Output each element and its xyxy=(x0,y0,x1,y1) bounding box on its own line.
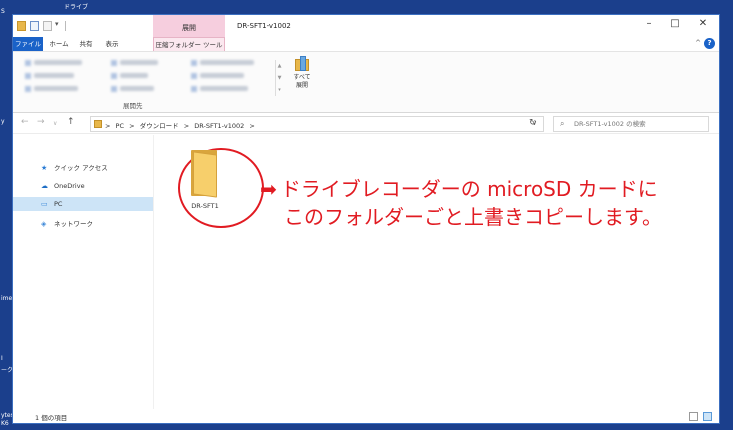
divider xyxy=(65,21,66,31)
close-button[interactable]: ✕ xyxy=(693,18,713,29)
recent-locations-button[interactable]: ∨ xyxy=(53,120,57,127)
ribbon-gallery-scroll[interactable]: ▲ ▼ ▾ xyxy=(275,60,283,96)
quick-access-dropdown-icon[interactable]: ▾ xyxy=(55,20,59,28)
ribbon-tabs: ファイル ホーム 共有 表示 圧縮フォルダー ツール ^ ? xyxy=(13,37,719,51)
sidebar-item-label: クイック アクセス xyxy=(54,164,108,172)
folder-icon xyxy=(94,120,102,128)
address-bar-row: ← → ∨ ↑ > PC > ダウンロード > DR-SFT1-v1002 > … xyxy=(13,114,719,134)
sidebar-item-label: OneDrive xyxy=(54,182,85,190)
folder-item[interactable]: DR-SFT1 xyxy=(178,148,264,228)
breadcrumb-current-folder[interactable]: DR-SFT1-v1002 xyxy=(194,122,244,130)
context-tab-group: 展開 xyxy=(153,15,225,37)
search-icon: ⌕ xyxy=(560,119,565,128)
up-button[interactable]: ↑ xyxy=(67,117,75,127)
breadcrumb-separator: > xyxy=(105,122,111,130)
address-bar[interactable]: > PC > ダウンロード > DR-SFT1-v1002 > ∨ xyxy=(90,116,544,132)
sidebar-item-network[interactable]: ◈ ネットワーク xyxy=(13,217,153,231)
search-box[interactable]: ⌕ xyxy=(553,116,709,132)
tab-view[interactable]: 表示 xyxy=(101,37,123,51)
desktop-fragment: ime xyxy=(1,295,13,302)
sidebar-item-label: ネットワーク xyxy=(54,220,93,228)
breadcrumb-separator: > xyxy=(129,122,135,130)
instruction-line-1: ドライブレコーダーの microSD カードに xyxy=(280,177,658,201)
breadcrumb-pc[interactable]: PC xyxy=(116,122,124,130)
cloud-icon: ☁ xyxy=(41,182,48,190)
properties-icon[interactable] xyxy=(30,21,39,31)
desktop-fragment: y xyxy=(1,118,5,125)
extract-all-label: すべて xyxy=(293,74,311,81)
help-icon[interactable]: ? xyxy=(704,38,715,49)
tab-compressed-folder-tools[interactable]: 圧縮フォルダー ツール xyxy=(153,37,225,51)
breadcrumb-separator: > xyxy=(183,122,190,130)
tab-home[interactable]: ホーム xyxy=(47,37,71,51)
arrow-icon: ➡ xyxy=(260,177,277,201)
new-folder-icon[interactable] xyxy=(43,21,52,31)
large-icons-view-icon[interactable] xyxy=(703,412,712,421)
desktop-fragment: S xyxy=(1,8,5,15)
folder-icon[interactable] xyxy=(17,21,26,31)
explorer-window: ▾ 展開 DR-SFT1-v1002 – □ ✕ ファイル ホーム 共有 表示 … xyxy=(12,14,720,424)
title-bar: ▾ 展開 DR-SFT1-v1002 – □ ✕ xyxy=(13,15,719,37)
instruction-annotation: ➡ ドライブレコーダーの microSD カードに このフォルダーごと上書きコピー… xyxy=(260,175,662,231)
minimize-button[interactable]: – xyxy=(639,18,659,29)
navigation-pane: ★ クイック アクセス ☁ OneDrive ▭ PC ◈ ネットワーク xyxy=(13,135,153,409)
desktop-fragment: I xyxy=(1,355,3,362)
ribbon: ▲ ▼ ▾ 展開先 すべて 展開 xyxy=(13,51,719,113)
sidebar-item-pc[interactable]: ▭ PC xyxy=(13,197,153,211)
search-input[interactable] xyxy=(574,118,706,130)
maximize-button[interactable]: □ xyxy=(665,18,685,29)
status-bar: 1 個の項目 xyxy=(13,409,719,423)
sidebar-item-quick-access[interactable]: ★ クイック アクセス xyxy=(13,161,153,175)
sidebar-item-label: PC xyxy=(54,200,63,208)
desktop-label: ドライブ xyxy=(64,4,89,11)
file-list: DR-SFT1 ➡ ドライブレコーダーの microSD カードに このフォルダー… xyxy=(154,135,719,409)
window-title: DR-SFT1-v1002 xyxy=(237,22,291,30)
forward-button[interactable]: → xyxy=(37,117,45,127)
ribbon-group-label: 展開先 xyxy=(123,102,143,110)
back-button[interactable]: ← xyxy=(21,117,29,127)
collapse-ribbon-icon[interactable]: ^ xyxy=(695,39,701,47)
tab-file[interactable]: ファイル xyxy=(13,37,43,51)
extract-to-destinations[interactable] xyxy=(21,58,279,98)
star-icon: ★ xyxy=(41,164,48,172)
refresh-button[interactable]: ↻ xyxy=(529,118,537,128)
tab-share[interactable]: 共有 xyxy=(75,37,97,51)
breadcrumb: > PC > ダウンロード > DR-SFT1-v1002 > xyxy=(105,120,258,130)
pc-icon: ▭ xyxy=(41,200,48,208)
breadcrumb-downloads[interactable]: ダウンロード xyxy=(140,122,179,130)
extract-all-icon xyxy=(294,56,310,72)
folder-icon xyxy=(187,150,223,198)
network-icon: ◈ xyxy=(41,220,47,228)
desktop-fragment: K6 xyxy=(1,420,9,427)
sidebar-item-onedrive[interactable]: ☁ OneDrive xyxy=(13,179,153,193)
extract-all-label: 展開 xyxy=(295,82,308,89)
breadcrumb-separator: > xyxy=(249,122,255,130)
details-view-icon[interactable] xyxy=(689,412,698,421)
extract-all-button[interactable]: すべて 展開 xyxy=(287,56,317,98)
item-count: 1 個の項目 xyxy=(35,414,68,422)
instruction-line-2: このフォルダーごと上書きコピーします。 xyxy=(284,205,662,229)
